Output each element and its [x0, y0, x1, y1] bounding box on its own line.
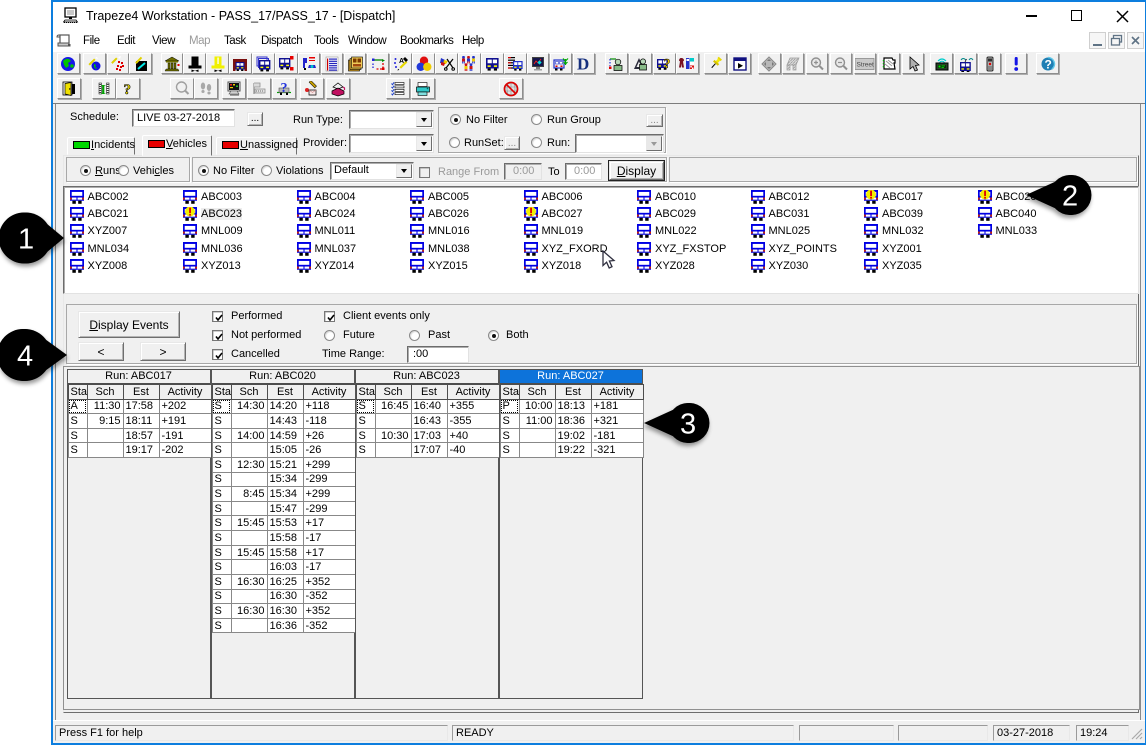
svg-text:D: D	[577, 56, 589, 72]
svg-text:?: ?	[1044, 57, 1051, 71]
svg-text:?: ?	[664, 57, 671, 72]
svg-text:I: I	[100, 83, 105, 97]
svg-text:2: 2	[1062, 181, 1078, 213]
svg-text:?: ?	[281, 81, 288, 96]
svg-text:4: 4	[17, 341, 33, 373]
svg-text:Street: Street	[856, 61, 874, 68]
svg-text:?: ?	[124, 82, 132, 97]
svg-text:1: 1	[18, 224, 34, 256]
svg-text:3: 3	[680, 409, 696, 441]
